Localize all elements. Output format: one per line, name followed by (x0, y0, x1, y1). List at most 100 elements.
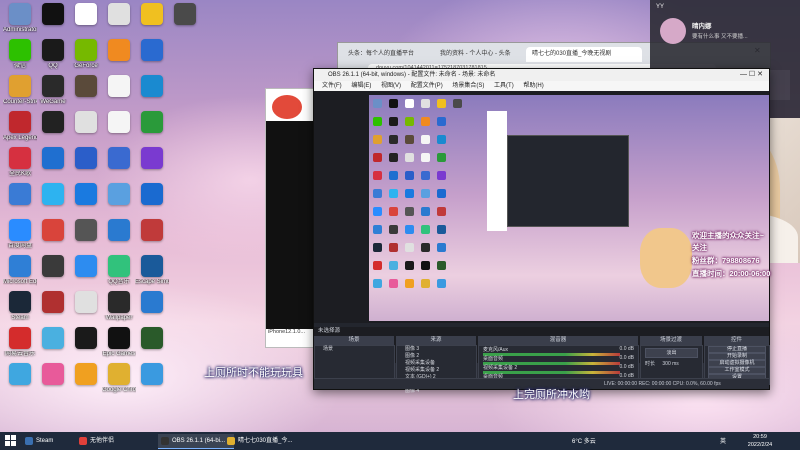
scene-item[interactable]: 场景 (315, 346, 394, 353)
desktop-icon[interactable] (102, 39, 136, 63)
nested-icon (405, 225, 414, 234)
desktop-icon[interactable]: Apex Legends (3, 111, 37, 142)
desktop-icon[interactable]: Escape Simulator (135, 255, 169, 286)
desktop-icon[interactable] (3, 363, 37, 387)
desktop-icon[interactable] (36, 255, 70, 279)
menu-file[interactable]: 文件(F) (322, 83, 342, 89)
desktop-icon[interactable] (135, 327, 169, 351)
desktop-icon[interactable]: Wallpaper (102, 291, 136, 322)
taskbar-app-icon (79, 437, 87, 445)
desktop-icon[interactable] (135, 39, 169, 63)
desktop-icon[interactable]: Epic Games (102, 327, 136, 358)
nested-icon (421, 279, 430, 288)
desktop-icon[interactable]: Counter-Strike (3, 75, 37, 106)
desktop-icon[interactable]: GeForce (69, 39, 103, 70)
desktop-icon[interactable] (69, 219, 103, 243)
desktop-icon[interactable] (36, 327, 70, 351)
control-button[interactable]: 工作室模式 (708, 367, 766, 374)
desktop-icon[interactable] (36, 363, 70, 387)
app-icon (75, 291, 97, 313)
desktop-icon[interactable] (135, 183, 169, 207)
desktop-icon[interactable]: 微信 (3, 39, 37, 70)
desktop-icon[interactable]: QQ音乐 (102, 255, 136, 286)
desktop-icon[interactable] (102, 219, 136, 243)
desktop-icon[interactable] (69, 75, 103, 99)
source-item[interactable]: 图像 4 (397, 388, 476, 395)
window-controls[interactable]: — ☐ ✕ (740, 69, 763, 81)
taskbar-app[interactable]: OBS 26.1.1 (64-bi... (158, 434, 234, 449)
capture-preview (266, 121, 316, 329)
desktop-icon[interactable] (69, 3, 103, 27)
desktop-icon[interactable] (69, 363, 103, 387)
control-button[interactable]: 启动虚拟摄像机 (708, 360, 766, 367)
source-item[interactable]: 图像 2 (397, 353, 476, 360)
duration-value[interactable]: 300 ms (662, 361, 678, 367)
mixer-channel[interactable]: 视频采集设备 2 0.0 dB (479, 364, 638, 374)
browser-tab-active[interactable]: 晴七七的030直播_今晚无视剧 (526, 47, 642, 62)
menu-help[interactable]: 帮助(H) (523, 83, 543, 89)
weather[interactable]: 6°C 多云 (572, 436, 596, 445)
nested-icon (389, 225, 398, 234)
desktop-icon[interactable] (102, 3, 136, 27)
menu-scene-collection[interactable]: 场景集合(S) (452, 83, 484, 89)
desktop-icon[interactable] (135, 3, 169, 27)
desktop-icon[interactable] (135, 111, 169, 135)
desktop-icon[interactable] (36, 291, 70, 315)
desktop-icon[interactable] (168, 3, 202, 27)
desktop-icon[interactable] (135, 147, 169, 171)
browser-tab[interactable]: 我的资料 - 个人中心 - 头条 (434, 47, 528, 62)
desktop-icon[interactable] (69, 255, 103, 279)
desktop-icon[interactable] (69, 291, 103, 315)
desktop-icon-label: Google Chrome (102, 387, 136, 393)
desktop-icon[interactable] (69, 111, 103, 135)
desktop-icon[interactable]: Administrator (3, 3, 37, 34)
desktop-icon[interactable] (3, 183, 37, 207)
desktop-icon[interactable] (36, 219, 70, 243)
menu-profile[interactable]: 配置文件(P) (411, 83, 443, 89)
desktop-icon[interactable]: 全民K歌 (3, 147, 37, 178)
desktop-icon[interactable] (135, 75, 169, 99)
obs-preview[interactable]: 未选择源 场景 场景 来源 图像 3 图像 2 视频采集设备 视频采集设备 2 文本 (… (314, 91, 770, 394)
desktop-icon[interactable] (135, 363, 169, 387)
desktop-icon[interactable]: Microsoft Edge (3, 255, 37, 286)
desktop-icon[interactable]: 网易云音乐 (3, 327, 37, 358)
desktop-icon[interactable]: Google Chrome (102, 363, 136, 394)
source-item[interactable]: 视频采集设备 (397, 360, 476, 367)
desktop-icon[interactable] (102, 75, 136, 99)
start-icon[interactable] (5, 435, 16, 446)
control-button[interactable]: 开始录制 (708, 353, 766, 360)
source-item[interactable]: 图像 3 (397, 346, 476, 353)
source-item[interactable]: 视频采集设备 2 (397, 367, 476, 374)
clock[interactable]: 20:59 2022/2/24 (740, 433, 780, 449)
capture-window[interactable]: iPhone12.1.0... (265, 88, 317, 348)
obs-window[interactable]: OBS 26.1.1 (64-bit, windows) - 配置文件: 未命名… (313, 68, 770, 394)
transition-select[interactable]: 淡出 (645, 348, 698, 358)
mixer-channel[interactable]: 麦克风/Aux 0.0 dB (479, 346, 638, 356)
desktop-icon[interactable] (69, 183, 103, 207)
ime-indicator[interactable]: 英 (720, 436, 726, 445)
desktop-icon[interactable] (135, 219, 169, 243)
taskbar-app[interactable]: 无他伴侣 (76, 434, 152, 448)
desktop-icon[interactable] (36, 147, 70, 171)
desktop-icon[interactable] (102, 147, 136, 171)
desktop-icon[interactable] (102, 183, 136, 207)
desktop-icon[interactable]: QQ (36, 39, 70, 70)
menu-tools[interactable]: 工具(T) (494, 83, 514, 89)
desktop-icon[interactable] (69, 147, 103, 171)
menu-view[interactable]: 视图(V) (381, 83, 401, 89)
mixer-channel[interactable]: 桌面音频 0.0 dB (479, 355, 638, 365)
control-button[interactable]: 停止直播 (708, 346, 766, 353)
desktop-icon[interactable] (102, 111, 136, 135)
desktop-icon[interactable]: Steam (3, 291, 37, 322)
taskbar-app[interactable]: 晴七七030直播_今... (224, 434, 306, 448)
desktop-icon[interactable] (36, 3, 70, 27)
menu-edit[interactable]: 编辑(E) (351, 83, 371, 89)
desktop-icon-label: QQ (48, 63, 58, 69)
desktop-icon[interactable] (135, 291, 169, 315)
desktop-icon[interactable] (36, 111, 70, 135)
desktop-icon[interactable]: WeGame (36, 75, 70, 106)
desktop-icon[interactable] (36, 183, 70, 207)
desktop-icon[interactable] (69, 327, 103, 351)
browser-tab[interactable]: 头条：每个人的直播平台 (342, 47, 436, 62)
desktop-icon[interactable]: 百度网盘 (3, 219, 37, 250)
